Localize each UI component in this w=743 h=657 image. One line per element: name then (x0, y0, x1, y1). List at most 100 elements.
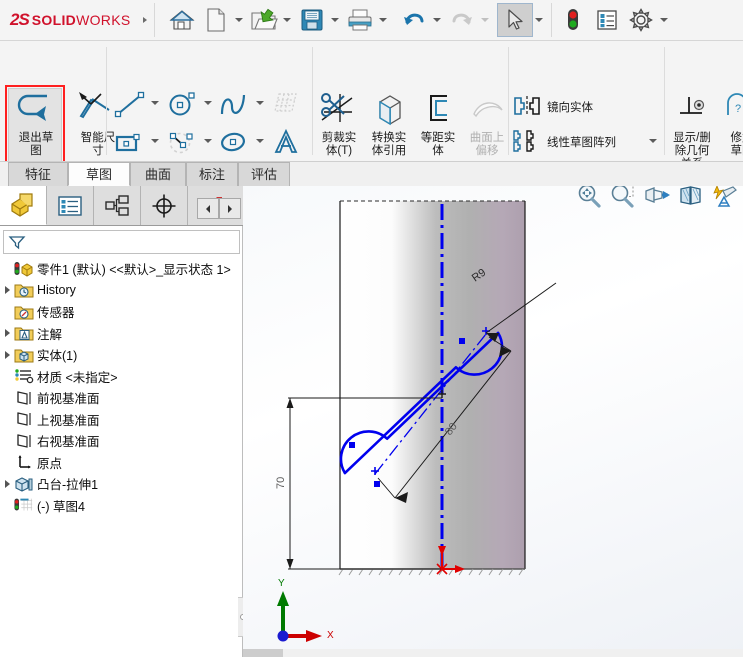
select-group[interactable] (497, 3, 547, 37)
property-manager-tab[interactable] (47, 186, 94, 225)
tree-expander[interactable] (0, 286, 14, 295)
open-document-dropdown-icon[interactable] (283, 18, 291, 22)
linear-sketch-pattern-button[interactable] (511, 128, 543, 154)
mirror-entities-label[interactable]: 镜向实体 (547, 99, 593, 115)
select-cursor-button[interactable] (497, 3, 533, 37)
tab-nav-prev-button[interactable] (197, 198, 219, 219)
new-document-group[interactable] (199, 3, 247, 37)
convert-entities-button[interactable]: 转换实 体引用 (361, 88, 417, 158)
graphics-area[interactable]: R9 80 70 Y X (243, 186, 743, 657)
rebuild-button[interactable] (556, 3, 590, 37)
tab-sketch[interactable]: 草图 (68, 162, 130, 186)
feature-manager-tree-tab[interactable] (0, 186, 47, 225)
undo-button[interactable] (397, 3, 431, 37)
spline-button[interactable] (214, 87, 254, 121)
undo-group[interactable] (397, 3, 445, 37)
save-dropdown-icon[interactable] (331, 18, 339, 22)
tree-item-right-plane[interactable]: 右视基准面 (0, 430, 243, 452)
linear-sketch-pattern-label[interactable]: 线性草图阵列 (547, 134, 616, 150)
exit-sketch-button[interactable]: 退出草 图 (9, 88, 63, 158)
tab-surfaces[interactable]: 曲面 (130, 162, 186, 186)
trim-entities-button[interactable]: 剪裁实 体(T) (311, 88, 367, 158)
chevron-down-icon (256, 101, 264, 105)
tab-nav-next-button[interactable] (219, 198, 241, 219)
tree-expander[interactable] (0, 329, 14, 338)
model-viewport[interactable]: R9 80 70 Y X (243, 186, 743, 657)
line-button[interactable] (110, 87, 150, 121)
new-document-dropdown-icon[interactable] (235, 18, 243, 22)
settings-dropdown-icon[interactable] (660, 18, 668, 22)
tree-item-origin[interactable]: 原点 (0, 452, 243, 474)
ellipse-dropdown[interactable] (252, 131, 268, 151)
circle-button[interactable] (162, 87, 202, 121)
feature-manager-tab-strip (0, 186, 243, 226)
tree-item-annotations[interactable]: 注解 (0, 323, 243, 345)
tree-item-material[interactable]: 材质 <未指定> (0, 366, 243, 388)
open-document-button[interactable] (247, 3, 281, 37)
linear-sketch-pattern-dropdown[interactable] (645, 132, 661, 150)
rectangle-button[interactable] (110, 125, 150, 159)
print-dropdown-icon[interactable] (379, 18, 387, 22)
mirror-entities-icon (512, 95, 542, 117)
cylinder-body[interactable] (338, 200, 526, 576)
tab-markup[interactable]: 标注 (186, 162, 238, 186)
annotations-folder-icon (14, 324, 34, 342)
save-button[interactable] (295, 3, 329, 37)
horizontal-scrollbar[interactable] (243, 649, 743, 657)
configuration-manager-tab[interactable] (94, 186, 141, 225)
new-document-button[interactable] (199, 3, 233, 37)
dimxpert-manager-tab[interactable] (141, 186, 188, 225)
tree-item-label: 零件1 (默认) <<默认>_显示状态 1> (37, 263, 231, 278)
spline-dropdown[interactable] (252, 93, 268, 113)
save-group[interactable] (295, 3, 343, 37)
chevron-left-icon (206, 204, 210, 213)
repair-sketch-icon: ? (718, 88, 743, 132)
tree-item-part[interactable]: 零件1 (默认) <<默认>_显示状态 1> (0, 258, 243, 280)
print-icon (346, 8, 374, 32)
tree-filter-input[interactable] (3, 230, 240, 254)
mirror-entities-button[interactable] (511, 93, 543, 119)
slot-handle-point[interactable] (349, 442, 355, 448)
open-document-group[interactable] (247, 3, 295, 37)
print-button[interactable] (343, 3, 377, 37)
scrollbar-thumb[interactable] (243, 649, 283, 657)
options-list-button[interactable] (590, 3, 624, 37)
plane-icon (14, 432, 34, 450)
tree-item-sketch4[interactable]: (-) 草图4 (0, 495, 243, 517)
select-dropdown-icon[interactable] (535, 18, 543, 22)
tree-item-front-plane[interactable]: 前视基准面 (0, 387, 243, 409)
solidworks-window: 2S SOLID WORKS 退出草 图 智能尺 寸 剪裁实 体(T) 转换实 … (0, 0, 743, 657)
save-icon (300, 8, 324, 32)
chevron-right-icon (228, 204, 232, 213)
undo-dropdown-icon[interactable] (433, 18, 441, 22)
line-dropdown[interactable] (147, 93, 163, 113)
rectangle-icon (114, 128, 146, 156)
tab-evaluate[interactable]: 评估 (238, 162, 290, 186)
tree-item-top-plane[interactable]: 上视基准面 (0, 409, 243, 431)
tree-item-history[interactable]: History (0, 280, 243, 302)
slot-handle-point[interactable] (459, 338, 465, 344)
home-button[interactable] (165, 3, 199, 37)
material-icon (14, 367, 34, 385)
centerpoint-arc-button[interactable] (162, 125, 202, 159)
print-group[interactable] (343, 3, 391, 37)
ellipse-button[interactable] (214, 125, 254, 159)
tree-item-boss-extrude[interactable]: 凸台-拉伸1 (0, 473, 243, 495)
tree-expander[interactable] (0, 479, 14, 488)
display-delete-relations-button[interactable]: 显示/删 除几何 关系 (668, 88, 716, 161)
settings-group[interactable] (624, 3, 672, 37)
rectangle-dropdown[interactable] (147, 131, 163, 151)
tree-expander[interactable] (0, 350, 14, 359)
tree-item-solid-bodies[interactable]: 实体(1) (0, 344, 243, 366)
offset-entities-button[interactable]: 等距实 体 (410, 88, 466, 158)
settings-button[interactable] (624, 3, 658, 37)
sketch-text-button[interactable] (268, 125, 304, 159)
tree-item-sensors[interactable]: 传感器 (0, 301, 243, 323)
tab-features[interactable]: 特征 (8, 162, 68, 186)
slot-handle-point[interactable] (374, 481, 380, 487)
tree-item-label: 前视基准面 (37, 392, 100, 407)
origin-icon (14, 453, 34, 471)
repair-sketch-button[interactable]: ? 修复 草图 (718, 88, 743, 158)
offset-entities-label-line1: 等距实 (420, 132, 456, 144)
menu-expand-caret-icon[interactable] (143, 17, 147, 23)
